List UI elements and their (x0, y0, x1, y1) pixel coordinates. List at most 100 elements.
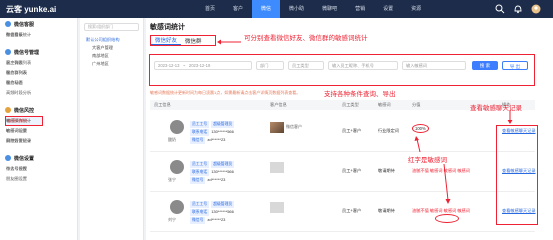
tab-wechat-friends[interactable]: 微信好友 (151, 36, 182, 45)
customer-avatar (270, 122, 284, 133)
employee-avatar (170, 160, 184, 174)
customer-name: 微信客户 (286, 124, 302, 129)
annotation-tabs-note: 可分别查看微信好友、微信群的敏感词统计 (244, 35, 368, 42)
sidebar-item-moments-setup[interactable]: 朋友圈设置 (6, 176, 42, 182)
page-title: 敏感词统计 (150, 24, 185, 31)
brand-logo[interactable]: 云客 yunke.ai (0, 4, 78, 15)
employee-phone: 130******566 (211, 169, 234, 174)
sidebar-section-wechat-service[interactable]: 微信客服 (0, 18, 77, 30)
tree-search-input[interactable]: 搜索/组织部门 (84, 23, 139, 31)
settings-icon (5, 155, 11, 161)
phone-label: 联系电话 (190, 129, 210, 136)
annotation-red-note: 红字是敏感词 (408, 157, 447, 164)
sidebar-row: 客户标签 微信动态 (0, 78, 77, 88)
topnav-resource[interactable]: 资源 (402, 0, 430, 18)
main-panel: 敏感词统计 微信好友 微信群 可分别查看微信好友、微信群的敏感词统计 2023-… (146, 18, 553, 240)
tree-root[interactable]: 默认公司组织结构 (80, 36, 143, 44)
annotation-record-note: 查看敏感聊天记录 (470, 105, 522, 112)
topnav-settings[interactable]: 设置 (374, 0, 402, 18)
sidebar: 微信客服 数据看板 微信登录统计 微信号管理 员工微信列表 客户列表 微信群列表… (0, 18, 78, 240)
annotation-arrow (414, 136, 421, 152)
date-range-input[interactable]: 2023-12-13 ~ 2023-12-19 (154, 61, 252, 70)
table-row: 刘宁 员工工号 超级管理员 联系电话 130******566 微信号 zd*****… (150, 192, 536, 232)
sensitive-word-input[interactable]: 输入敏感词 (402, 61, 466, 70)
sidebar-item-sensitive-ops[interactable]: 敏感操作统计 (6, 118, 42, 124)
sidebar-section-account-mgmt[interactable]: 微信号管理 (0, 46, 77, 58)
employee-avatar (170, 120, 184, 134)
tab-wechat-groups[interactable]: 微信群 (181, 37, 206, 45)
sidebar-item-login-stats[interactable]: 微信登录统计 (6, 32, 42, 38)
employee-tag: 超级管理员 (211, 161, 235, 168)
sensitive-word-circle (435, 214, 459, 223)
search-icon[interactable] (495, 4, 505, 14)
col-emp-type: 员工类型 (342, 102, 359, 107)
employee-info: 员工工号 超级管理员 联系电话 130******566 微信号 zd******23 (190, 160, 236, 184)
avatar-icon[interactable] (531, 4, 541, 14)
employee-info: 员工工号 超级管理员 联系电话 130******566 微信号 zd******23 (190, 200, 236, 224)
col-employee: 员工信息 (154, 102, 171, 107)
org-tree-panel: 搜索/组织部门 默认公司组织结构 大客户管理 南部地区 广州地区 (80, 18, 144, 240)
annotation-arrow (507, 110, 513, 124)
employee-tag: 员工工号 (190, 161, 210, 168)
bell-icon[interactable] (513, 4, 523, 14)
sidebar-item-sensitive-log[interactable]: 敏感词记录 (6, 128, 42, 134)
tree-node[interactable]: 广州地区 (80, 60, 143, 68)
employee-wx: zd******23 (207, 137, 226, 142)
topnav-chat[interactable]: 微聊吧 (313, 0, 346, 18)
employee-name: 刘宁 (168, 217, 176, 222)
topnav-wechat[interactable]: 微信 (252, 0, 281, 18)
table-row: 张宁 员工工号 超级管理员 联系电话 130******566 微信号 zd*****… (150, 152, 536, 192)
topnav-marketing[interactable]: 营销 (346, 0, 374, 18)
employee-tag: 超级管理员 (211, 201, 235, 208)
sidebar-item-moments[interactable]: 微信动态 (6, 80, 42, 86)
dept-select[interactable]: 部门 (256, 61, 284, 70)
sensitive-word: 行业限定词 (378, 128, 399, 133)
score: 油腻不值 敏感词 敏感词 敏感词 (412, 208, 470, 213)
sidebar-row: 数据看板 微信登录统计 (0, 30, 77, 40)
employee-keyword-input[interactable]: 输入员工昵称、手机号 (328, 61, 398, 70)
employee-avatar (170, 200, 184, 214)
action-column-highlight (496, 125, 538, 225)
emp-type: 员工+客户 (342, 168, 362, 173)
type-select[interactable]: 员工类型 (288, 61, 324, 70)
annotation-arrow (443, 164, 451, 204)
topnav-assistant[interactable]: 微小助 (280, 0, 313, 18)
wechat-label: 微信号 (190, 177, 206, 184)
employee-wx: zd******23 (207, 217, 226, 222)
sidebar-row: 员工微信列表 客户列表 (0, 58, 77, 68)
phone-label: 联系电话 (190, 169, 210, 176)
sidebar-item-peak-analysis[interactable]: 高频时段分析 (6, 90, 42, 96)
sidebar-item-cust-groups[interactable]: 客户群列表 (6, 70, 42, 76)
employee-phone: 130******566 (211, 129, 234, 134)
sidebar-section-settings[interactable]: 微信设置 (0, 152, 77, 164)
phone-label: 联系电话 (190, 209, 210, 216)
sidebar-item-personal[interactable]: 个人号设置 (6, 166, 42, 172)
sidebar-item-risk-alerts[interactable]: 风控告警统计 (6, 138, 42, 144)
employee-info: 员工工号 超级管理员 联系电话 130******566 微信号 zd******23 (190, 120, 236, 144)
wechat-label: 微信号 (190, 217, 206, 224)
tree-node[interactable]: 大客户管理 (80, 44, 143, 52)
sidebar-row: 朋友圈设置 (0, 174, 77, 184)
sidebar-item-customers[interactable]: 客户列表 (6, 60, 42, 66)
employee-name: 张宁 (168, 177, 176, 182)
sidebar-row: 敏感词统计 敏感操作统计 (0, 116, 77, 126)
tree-node[interactable]: 南部地区 (80, 52, 143, 60)
score: 油腻不值 敏感词 敏感词 敏感词 (412, 168, 470, 173)
topnav-customer[interactable]: 客户 (224, 0, 252, 18)
col-customer: 客户信息 (270, 102, 287, 107)
topnav-home[interactable]: 首页 (196, 0, 224, 18)
annotation-filter-note: 支持各种条件查询、导出 (324, 91, 396, 98)
export-button[interactable]: 导 出 (502, 61, 528, 70)
employee-phone: 130******566 (211, 209, 234, 214)
top-bar: 云客 yunke.ai 首页 客户 微信 微小助 微聊吧 营销 设置 资源 (0, 0, 553, 18)
top-nav: 首页 客户 微信 微小助 微聊吧 营销 设置 资源 (196, 0, 430, 18)
date-separator: ~ (180, 63, 188, 68)
table-row: 酸奶 员工工号 超级管理员 联系电话 130******566 微信号 zd*****… (150, 112, 536, 152)
emp-type: 员工+客户 (342, 208, 362, 213)
employee-tag: 员工工号 (190, 121, 210, 128)
search-button[interactable]: 搜 索 (472, 61, 498, 70)
sensitive-word: 敬请期待 (378, 208, 395, 213)
employee-tag: 员工工号 (190, 201, 210, 208)
top-icons (495, 4, 541, 14)
sidebar-section-risk[interactable]: 微信风控 (0, 104, 77, 116)
